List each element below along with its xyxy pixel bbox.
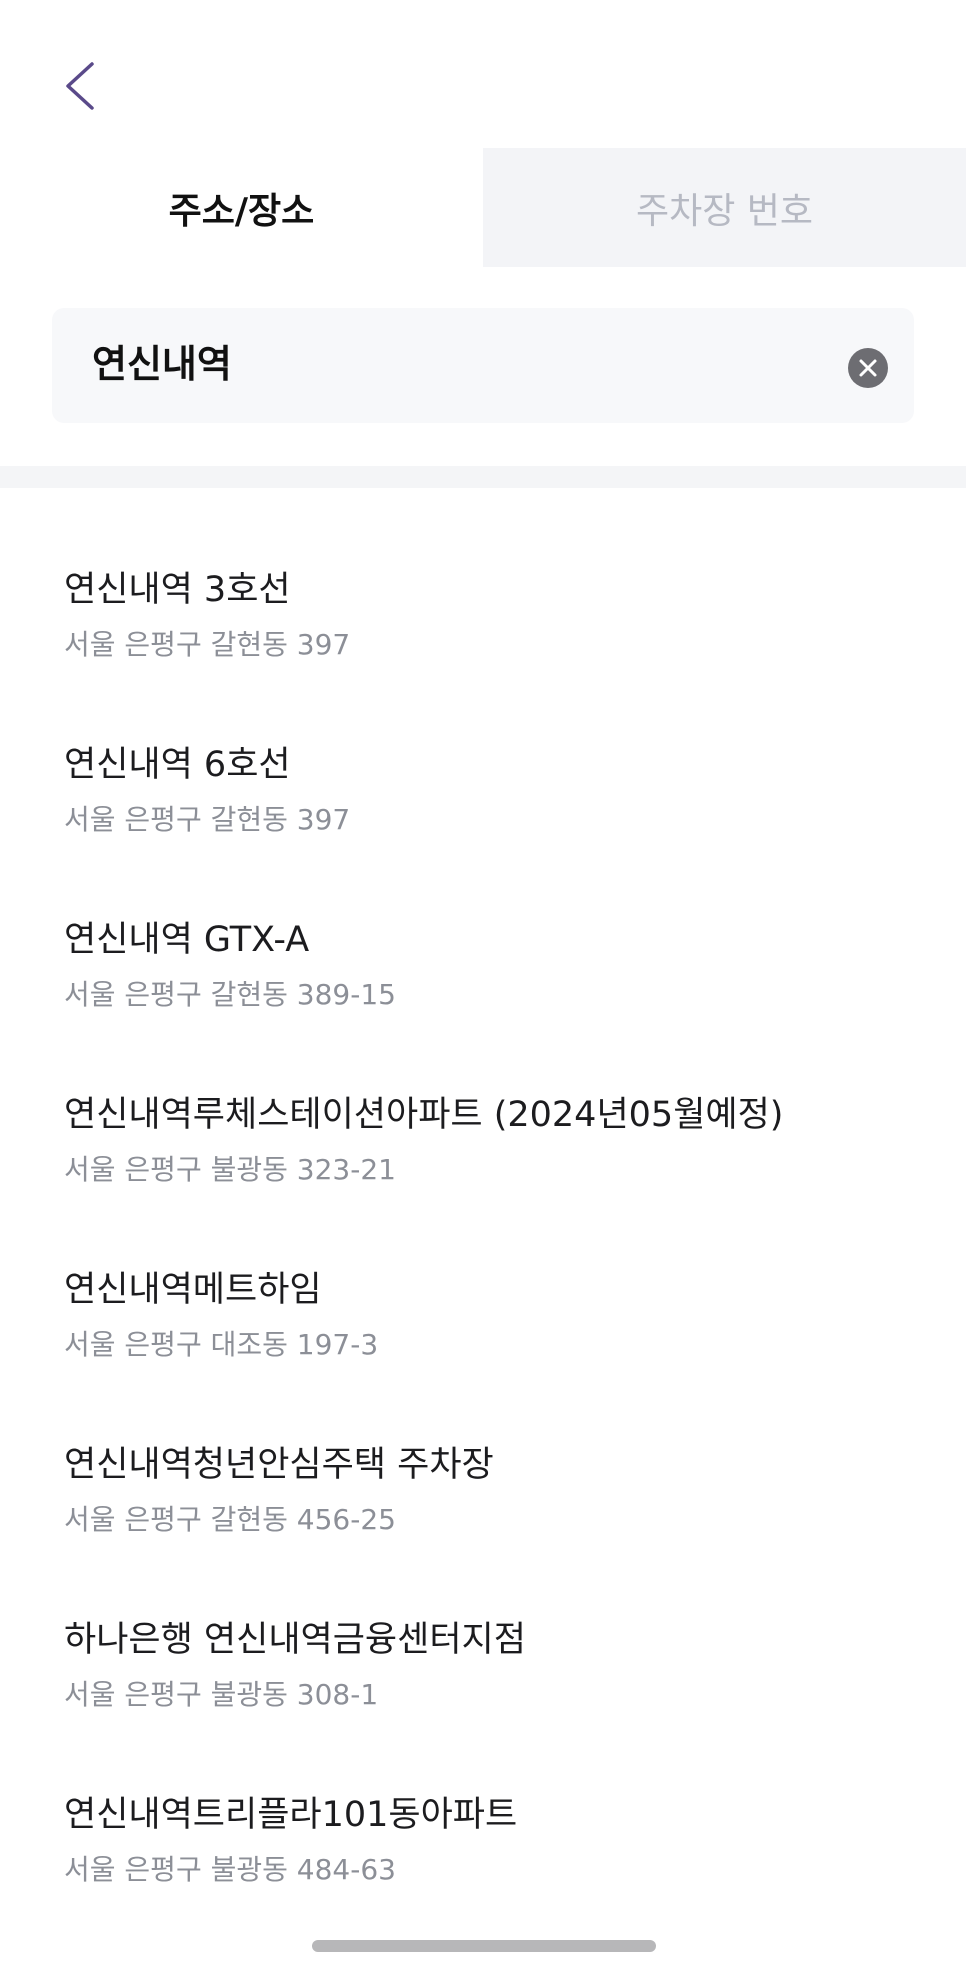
result-name: 연신내역메트하임 <box>64 1270 322 1310</box>
list-item[interactable]: 연신내역트리플라101동아파트 서울 은평구 불광동 484-63 <box>0 1785 966 1960</box>
list-item[interactable]: 하나은행 연신내역금융센터지점 서울 은평구 불광동 308-1 <box>0 1610 966 1785</box>
tab-address-place[interactable]: 주소/장소 <box>0 148 483 267</box>
search-box <box>52 308 914 423</box>
result-name: 연신내역 6호선 <box>64 745 291 785</box>
result-address: 서울 은평구 불광동 308-1 <box>64 1678 379 1711</box>
result-name: 하나은행 연신내역금융센터지점 <box>64 1620 526 1660</box>
list-item[interactable]: 연신내역 6호선 서울 은평구 갈현동 397 <box>0 735 966 910</box>
search-input[interactable] <box>92 330 812 391</box>
clear-icon <box>859 359 877 377</box>
back-button[interactable] <box>56 58 104 114</box>
result-name: 연신내역 GTX-A <box>64 920 310 960</box>
result-address: 서울 은평구 갈현동 456-25 <box>64 1503 396 1536</box>
result-name: 연신내역트리플라101동아파트 <box>64 1795 518 1835</box>
search-screen: 주소/장소 주차장 번호 연신내역 3호선 서울 은평구 갈현동 397 연신내… <box>0 0 966 1976</box>
result-address: 서울 은평구 갈현동 397 <box>64 803 351 836</box>
tab-parking-number[interactable]: 주차장 번호 <box>483 148 966 267</box>
tab-parking-number-label: 주차장 번호 <box>635 190 814 232</box>
section-divider <box>0 466 966 488</box>
search-results-list: 연신내역 3호선 서울 은평구 갈현동 397 연신내역 6호선 서울 은평구 … <box>0 560 966 1960</box>
home-indicator[interactable] <box>312 1940 656 1952</box>
result-address: 서울 은평구 불광동 323-21 <box>64 1153 396 1186</box>
list-item[interactable]: 연신내역메트하임 서울 은평구 대조동 197-3 <box>0 1260 966 1435</box>
list-item[interactable]: 연신내역 GTX-A 서울 은평구 갈현동 389-15 <box>0 910 966 1085</box>
list-item[interactable]: 연신내역청년안심주택 주차장 서울 은평구 갈현동 456-25 <box>0 1435 966 1610</box>
result-name: 연신내역 3호선 <box>64 570 291 610</box>
result-address: 서울 은평구 불광동 484-63 <box>64 1853 396 1886</box>
list-item[interactable]: 연신내역루체스테이션아파트 (2024년05월예정) 서울 은평구 불광동 32… <box>0 1085 966 1260</box>
result-address: 서울 은평구 대조동 197-3 <box>64 1328 379 1361</box>
chevron-left-icon <box>66 62 94 110</box>
result-address: 서울 은평구 갈현동 389-15 <box>64 978 396 1011</box>
result-name: 연신내역루체스테이션아파트 (2024년05월예정) <box>64 1095 784 1135</box>
list-item[interactable]: 연신내역 3호선 서울 은평구 갈현동 397 <box>0 560 966 735</box>
result-address: 서울 은평구 갈현동 397 <box>64 628 351 661</box>
search-mode-tabs: 주소/장소 주차장 번호 <box>0 148 966 267</box>
result-name: 연신내역청년안심주택 주차장 <box>64 1445 494 1485</box>
clear-search-button[interactable] <box>848 348 888 388</box>
tab-address-place-label: 주소/장소 <box>168 190 315 232</box>
